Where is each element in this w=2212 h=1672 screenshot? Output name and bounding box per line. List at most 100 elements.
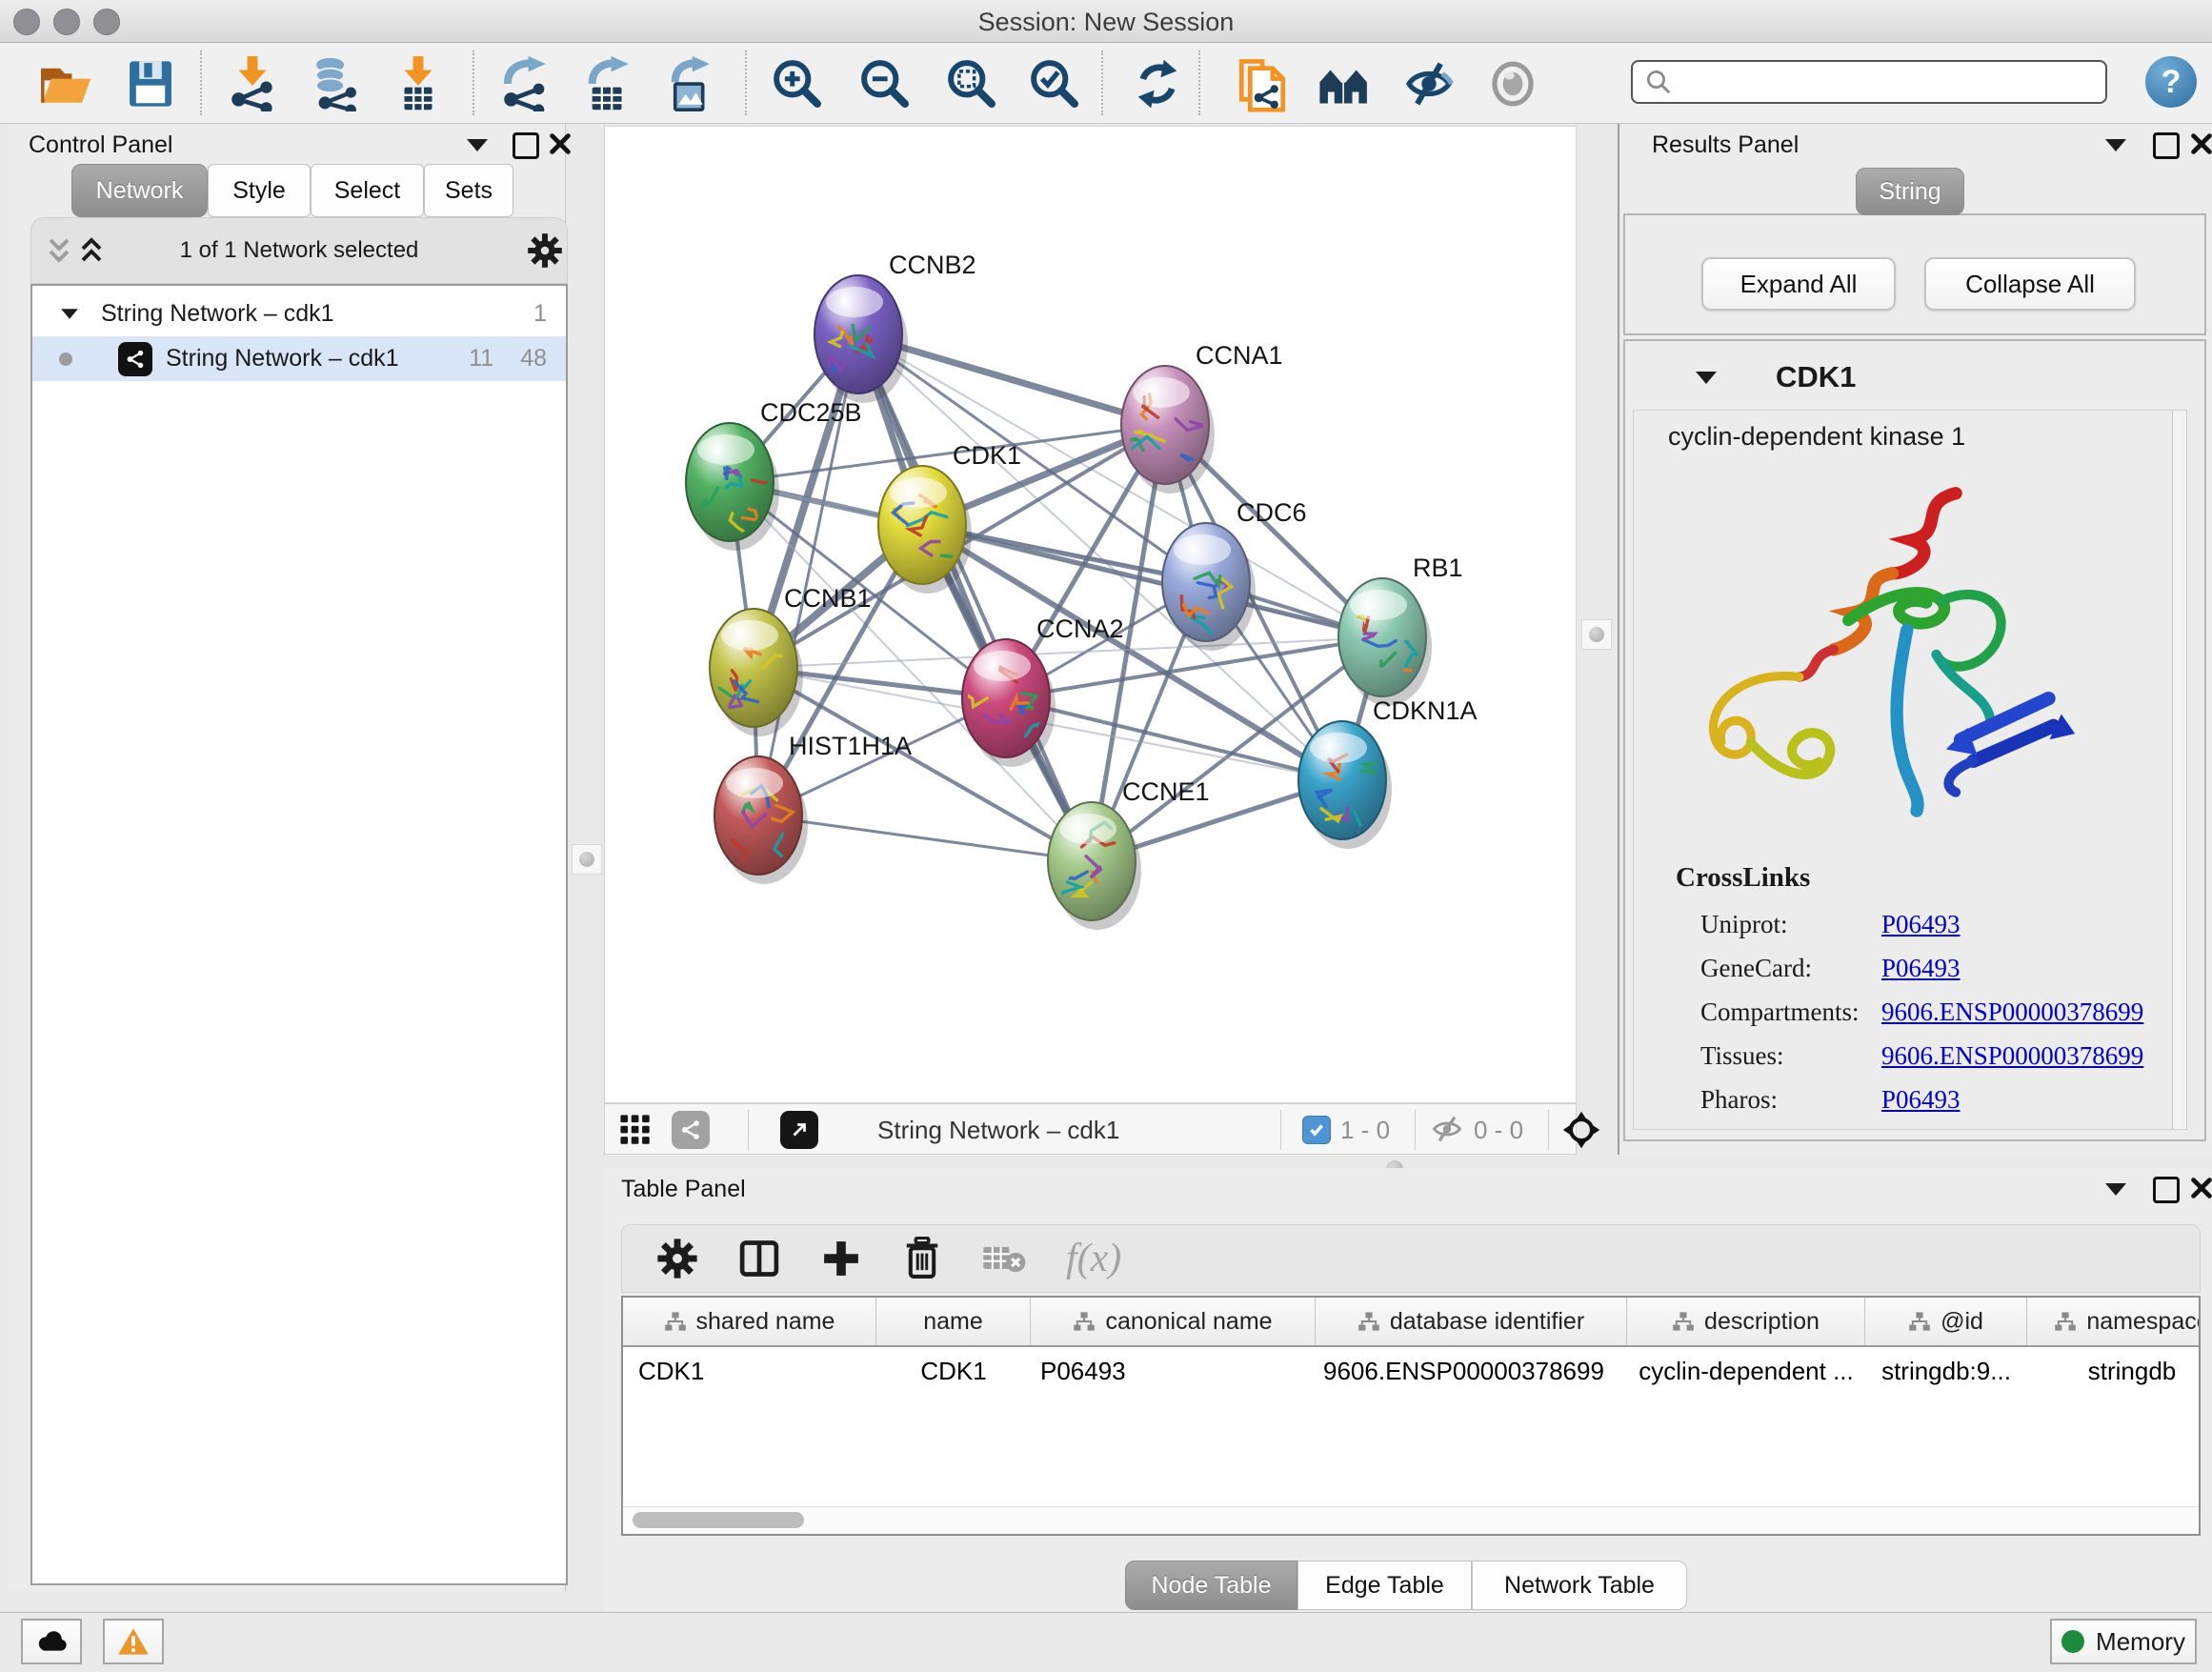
column-header-namespace[interactable]: namespace	[2027, 1298, 2201, 1345]
control-panel-close-icon[interactable]	[549, 132, 572, 155]
results-scrollbar[interactable]	[2172, 411, 2186, 1129]
network-node[interactable]: CCNE1	[1048, 777, 1210, 930]
network-edge[interactable]	[758, 816, 1092, 861]
toggle-graphics-details-button[interactable]	[1482, 54, 1543, 113]
save-session-button[interactable]	[120, 54, 181, 113]
node-table: shared name name canonical name database…	[621, 1296, 2201, 1536]
table-horizontal-scrollbar[interactable]	[623, 1506, 2199, 1534]
show-all-panels-button[interactable]	[1314, 54, 1375, 113]
fit-selected-crosshair-icon[interactable]	[1560, 1109, 1602, 1151]
tab-sets[interactable]: Sets	[424, 164, 513, 217]
crosslink-compartments[interactable]: 9606.ENSP00000378699	[1881, 990, 2143, 1034]
network-edge[interactable]	[858, 334, 1092, 861]
network-edge[interactable]	[922, 525, 1382, 637]
network-graph: CCNB2CCNA1CDC25BCDK1CDC6RB1CCNB1CCNA2CDK…	[605, 127, 1576, 1102]
zoom-selected-button[interactable]	[1024, 54, 1085, 113]
network-canvas[interactable]: CCNB2CCNA1CDC25BCDK1CDC6RB1CCNB1CCNA2CDK…	[604, 126, 1577, 1103]
network-options-gear-icon[interactable]	[527, 232, 563, 269]
tab-network-table[interactable]: Network Table	[1472, 1561, 1687, 1610]
table-panel-close-icon[interactable]	[2190, 1177, 2212, 1199]
collection-expand-icon[interactable]	[61, 309, 78, 318]
delete-column-trash-icon[interactable]	[902, 1237, 942, 1280]
crosslink-pharos[interactable]: P06493	[1881, 1078, 1961, 1121]
cloud-status-button[interactable]	[21, 1619, 82, 1664]
network-row-selected[interactable]: String Network – cdk1 11 48	[32, 336, 566, 381]
search-field[interactable]	[1631, 60, 2107, 104]
crosslink-row: Compartments: 9606.ENSP00000378699	[1700, 990, 2158, 1034]
warnings-button[interactable]	[103, 1619, 164, 1664]
collapse-all-button[interactable]: Collapse All	[1924, 257, 2136, 311]
hidden-eye-slash-icon[interactable]	[1430, 1114, 1464, 1144]
column-header-description[interactable]: description	[1627, 1298, 1865, 1345]
column-header-id[interactable]: @id	[1865, 1298, 2027, 1345]
memory-button[interactable]: Memory	[2050, 1619, 2197, 1664]
results-panel-maximize-icon[interactable]	[2153, 132, 2180, 159]
hide-panels-button[interactable]	[1398, 54, 1459, 113]
zoom-out-button[interactable]	[855, 54, 915, 113]
column-header-database-identifier[interactable]: database identifier	[1316, 1298, 1627, 1345]
table-header-row: shared name name canonical name database…	[623, 1298, 2199, 1347]
refresh-button[interactable]	[1127, 54, 1188, 113]
zoom-fit-content-button[interactable]	[941, 54, 1002, 113]
network-node-label: CCNA1	[1196, 341, 1283, 370]
tab-select[interactable]: Select	[311, 164, 424, 217]
export-image-button[interactable]	[660, 54, 721, 113]
scrollbar-thumb[interactable]	[633, 1512, 804, 1528]
results-panel-close-icon[interactable]	[2190, 132, 2212, 155]
birds-eye-grid-icon[interactable]	[618, 1114, 653, 1146]
column-type-icon	[664, 1311, 687, 1332]
help-button[interactable]: ?	[2145, 56, 2197, 108]
tab-node-table[interactable]: Node Table	[1125, 1561, 1297, 1610]
import-network-database-button[interactable]	[305, 54, 366, 113]
protein-structure-image	[1659, 464, 2097, 845]
export-table-button[interactable]	[577, 54, 638, 113]
create-column-plus-icon[interactable]	[820, 1238, 862, 1279]
column-header-canonical-name[interactable]: canonical name	[1031, 1298, 1316, 1345]
export-network-button[interactable]	[494, 54, 555, 113]
search-input[interactable]	[1673, 68, 2086, 96]
column-header-name[interactable]: name	[876, 1298, 1031, 1345]
zoom-in-button[interactable]	[767, 54, 828, 113]
open-file-button[interactable]	[36, 54, 97, 113]
import-table-file-button[interactable]	[388, 54, 449, 113]
crosslink-tissues[interactable]: 9606.ENSP00000378699	[1881, 1034, 2143, 1078]
table-row[interactable]: CDK1 CDK1 P06493 9606.ENSP00000378699 cy…	[623, 1347, 2199, 1395]
tab-style[interactable]: Style	[208, 164, 311, 217]
show-columns-icon[interactable]	[738, 1238, 780, 1279]
network-collection-row[interactable]: String Network – cdk1 1	[32, 292, 566, 336]
open-in-window-icon[interactable]	[780, 1111, 818, 1149]
results-panel: Results Panel String Expand All Collapse…	[1621, 124, 2212, 1155]
import-network-file-button[interactable]	[222, 54, 283, 113]
network-node[interactable]: CDC6	[1162, 498, 1307, 651]
clone-network-button[interactable]	[1232, 54, 1293, 113]
tab-string-results[interactable]: String	[1856, 168, 1964, 215]
function-builder-icon[interactable]: f(x)	[1066, 1236, 1121, 1281]
table-panel-maximize-icon[interactable]	[2153, 1177, 2180, 1203]
control-panel-maximize-icon[interactable]	[513, 132, 539, 159]
delete-table-icon[interactable]	[982, 1241, 1026, 1276]
network-node[interactable]: RB1	[1338, 554, 1463, 706]
network-node[interactable]: CCNA1	[1120, 341, 1283, 494]
panel-divider	[1618, 124, 1619, 1155]
expand-all-button[interactable]: Expand All	[1701, 257, 1896, 311]
network-node[interactable]: CCNB2	[814, 251, 976, 403]
netbar-separator	[748, 1110, 749, 1150]
table-panel-float-icon[interactable]	[2105, 1183, 2126, 1196]
control-panel-float-icon[interactable]	[467, 139, 488, 151]
crosslink-genecard[interactable]: P06493	[1881, 946, 1961, 990]
results-panel-float-icon[interactable]	[2105, 139, 2126, 151]
cdk1-section-collapse-icon[interactable]	[1696, 372, 1717, 384]
vertical-splitter-handle[interactable]	[572, 844, 602, 875]
network-node[interactable]: CDKN1A	[1298, 696, 1478, 849]
crosslink-uniprot[interactable]: P06493	[1881, 902, 1961, 946]
network-edge[interactable]	[1006, 698, 1342, 780]
tab-network[interactable]: Network	[71, 164, 208, 217]
table-options-gear-icon[interactable]	[656, 1238, 698, 1279]
collection-label: String Network – cdk1	[101, 300, 334, 328]
network-overview-icon[interactable]	[672, 1111, 710, 1149]
selected-nodes-checkbox[interactable]	[1302, 1116, 1331, 1144]
tab-edge-table[interactable]: Edge Table	[1297, 1561, 1472, 1610]
column-header-shared-name[interactable]: shared name	[623, 1298, 876, 1345]
vertical-splitter-handle[interactable]	[1581, 619, 1612, 650]
network-node[interactable]: HIST1H1A	[714, 732, 912, 884]
